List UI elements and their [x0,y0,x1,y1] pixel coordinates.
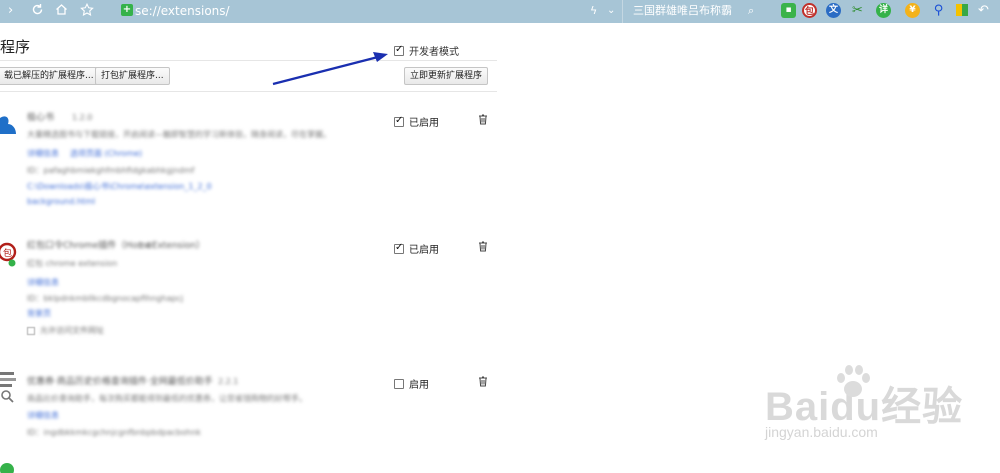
allow-file-checkbox[interactable] [27,327,35,335]
dev-mode-label: 开发者模式 [409,47,459,58]
load-unpacked-button[interactable]: 载已解压的扩展程序... [0,67,100,85]
pack-extension-button[interactable]: 打包扩展程序... [95,67,170,85]
watermark: Baidu经验 jingyan.baidu.com [765,365,963,440]
options-link[interactable]: 选项页面 (Chrome) [70,149,142,159]
redpacket-extension-icon[interactable]: 包 [802,3,817,18]
redpacket-logo-icon: 包 [0,242,17,267]
page-title: 程序 [0,38,31,56]
details-link[interactable]: 详细信息 [27,278,59,288]
bird-logo-icon [0,116,16,134]
svg-text:包: 包 [3,247,12,259]
address-bar[interactable]: se://extensions/ [135,3,230,19]
translate-extension-icon[interactable]: 文 [826,3,841,18]
extension-item: 优惠券·商品历史价格查询插件·全网最低价助手 2.2.1 商品比价查询助手，每次… [0,370,500,450]
apps-grid-icon[interactable] [956,4,968,16]
inspect-views-link[interactable]: 背景页 [27,309,51,319]
extension-item: 极心书 1.2.0 大量精选图书与下载链接，开启阅读—触即智慧的学习新体验，随身… [0,108,500,208]
dropdown-icon[interactable]: ⌄ [607,3,615,19]
divider [0,60,497,61]
extension-version: 1.4 [138,241,151,250]
coupon-extension-icon[interactable]: ¥ [905,3,920,18]
divider [0,91,497,92]
scissors-icon[interactable]: ✂ [850,3,865,18]
details-link[interactable]: 详细信息 [27,411,59,421]
enable-checkbox[interactable] [394,115,404,127]
trash-icon[interactable] [478,114,488,125]
search-input[interactable]: 三国群雄唯吕布称霸 [633,3,732,19]
allow-file-label: 允许访问文件网址 [40,326,104,335]
annotation-arrow [272,52,388,86]
enable-checkbox[interactable] [394,242,404,254]
browser-toolbar: › + se://extensions/ ϟ ⌄ 三国群雄唯吕布称霸 ⌕ ▪ 包… [0,0,1000,23]
extension-version: 2.2.1 [218,377,239,386]
update-now-button[interactable]: 立即更新扩展程序 [404,67,489,85]
star-icon[interactable] [80,2,94,22]
extension-version: 1.2.0 [72,113,93,122]
search-box[interactable]: 三国群雄唯吕布称霸 ⌕ [622,0,767,23]
loaded-from-path[interactable]: C:\Downloads\极心书\Chrome\extension_1_2_0 [27,182,212,192]
next-extension-logo-icon [0,463,14,473]
paw-icon [837,365,870,397]
coupon-logo-icon [0,372,16,403]
inspect-views-link[interactable]: background.html [27,197,95,207]
home-icon[interactable] [55,3,68,21]
extension-description: 商品比价查询助手，每次购买都能得到最低的优惠券，让您省钱购物的好帮手。 [27,394,307,403]
extension-name: 优惠券·商品历史价格查询插件·全网最低价助手 [27,377,213,387]
secure-icon: + [121,4,133,16]
reload-icon[interactable] [31,3,44,21]
extension-id: ID：ingdbkkmkcgchnjcgnfbnbpbdpacbohnk [27,428,201,437]
extension-name: 红包口令Chrome插件（HomeExtension） [27,241,206,251]
extension-name: 极心书 [27,113,55,123]
trash-icon[interactable] [478,376,488,387]
search-icon[interactable]: ⌕ [748,3,754,19]
app-extension-icon[interactable]: 详 [876,3,891,18]
lightning-icon[interactable]: ϟ [590,3,597,19]
enable-label: 启用 [409,380,429,391]
extension-id: ID：pafaghbmiekghfmbhfidgkabhkgjndmf [27,166,195,175]
chat-extension-icon[interactable]: ▪ [781,3,796,18]
enable-label: 已启用 [409,245,439,256]
undo-icon[interactable]: ↶ [978,3,989,19]
enable-label: 已启用 [409,118,439,129]
extension-item: 包 红包口令Chrome插件（HomeExtension） 1.4 红包 chr… [0,236,500,346]
extension-id: ID：bklpdnkmbllkcdbgnocapfihnghapcj [27,294,184,303]
enable-toggle[interactable]: 已启用 [394,114,439,129]
trash-icon[interactable] [478,241,488,252]
enable-checkbox[interactable] [394,378,404,389]
enable-toggle[interactable]: 已启用 [394,241,439,256]
watermark-url: jingyan.baidu.com [765,424,878,440]
dev-mode-toggle[interactable]: 开发者模式 [394,43,459,58]
extension-description: 大量精选图书与下载链接，开启阅读—触即智慧的学习新体验，随身阅读，尽在掌握。 [27,130,331,139]
chevron-right-icon[interactable]: › [8,3,13,19]
details-link[interactable]: 详细信息 [27,149,59,159]
magnifier-extension-icon[interactable]: ⚲ [931,3,946,18]
extension-description: 红包 chrome extension [27,259,118,268]
enable-toggle[interactable]: 启用 [394,376,429,391]
